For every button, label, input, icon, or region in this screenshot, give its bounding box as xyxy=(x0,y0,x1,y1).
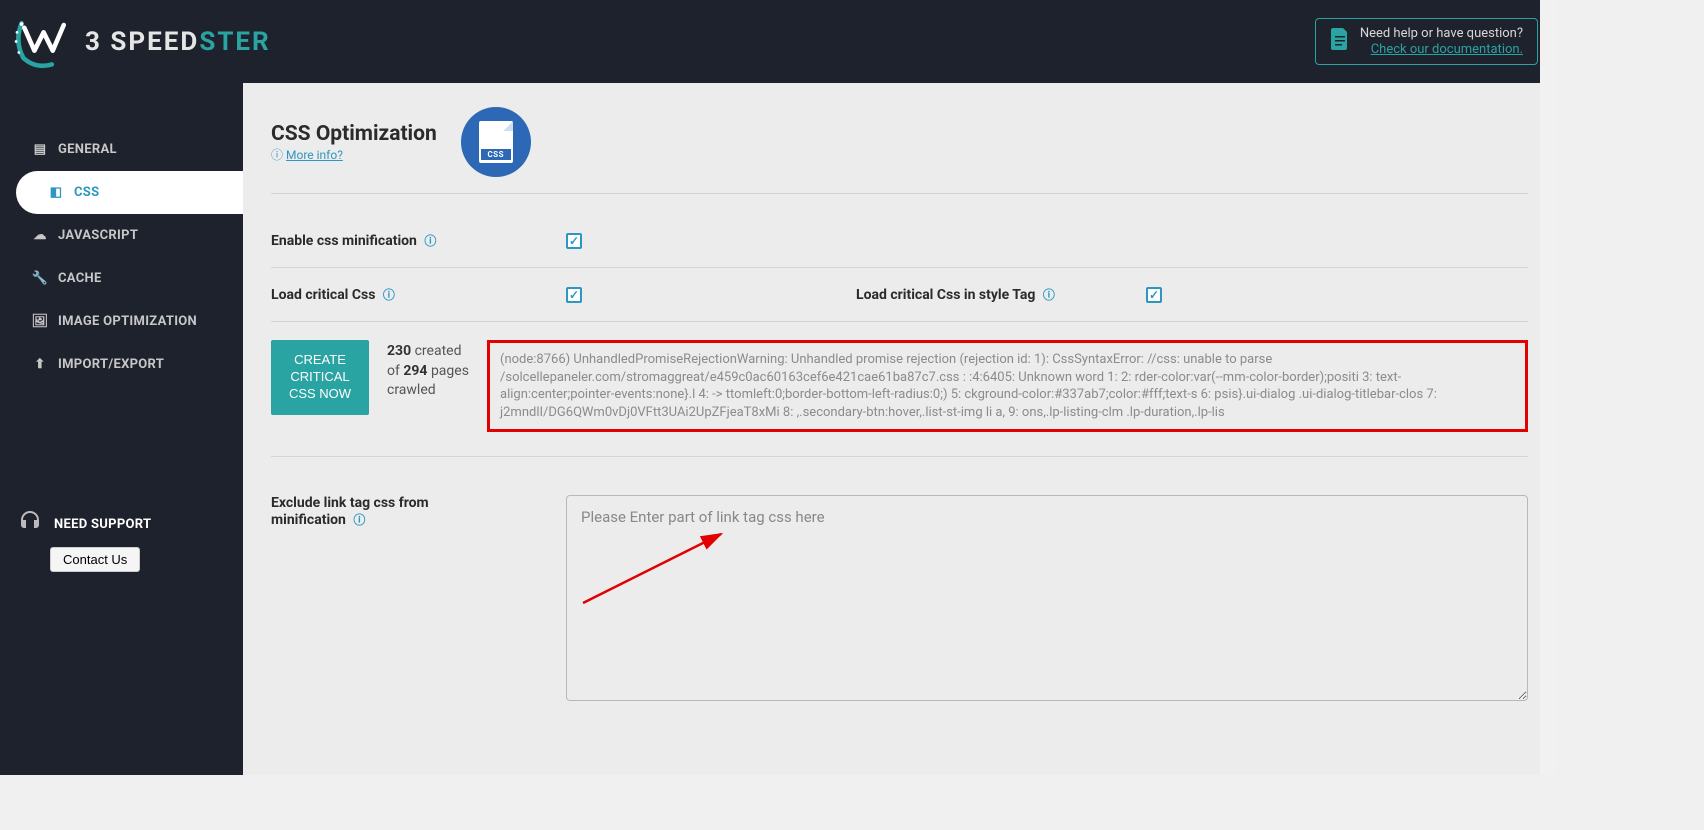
sidebar-item-label: CSS xyxy=(74,185,99,200)
info-icon[interactable]: ⓘ xyxy=(383,288,395,302)
create-critical-css-button[interactable]: CREATE CRITICAL CSS NOW xyxy=(271,340,369,415)
css-badge: CSS xyxy=(461,107,531,177)
logo-text-speed: SPEED xyxy=(110,27,199,57)
sidebar-item-label: GENERAL xyxy=(58,142,117,157)
upload-icon: ⬆ xyxy=(32,357,48,372)
scrollbar[interactable] xyxy=(1540,0,1556,775)
crawl-stats: 230 created of 294 pages crawled xyxy=(387,340,469,401)
help-question: Need help or have question? xyxy=(1360,26,1523,41)
info-icon[interactable]: ⓘ xyxy=(353,513,365,527)
support-title: NEED SUPPORT xyxy=(54,517,151,532)
sidebar-item-label: IMAGE OPTIMIZATION xyxy=(58,314,197,329)
sidebar-item-label: IMPORT/EXPORT xyxy=(58,357,164,372)
critical-css-row: CREATE CRITICAL CSS NOW 230 created of 2… xyxy=(271,322,1528,457)
sidebar-item-label: JAVASCRIPT xyxy=(58,228,138,243)
setting-label: Enable css minification ⓘ xyxy=(271,232,566,249)
page-title: CSS Optimization xyxy=(271,122,437,146)
more-info-link[interactable]: More info? xyxy=(286,148,343,162)
checkbox-enable-minification[interactable]: ✓ xyxy=(566,233,582,249)
help-box[interactable]: Need help or have question? Check our do… xyxy=(1315,18,1538,65)
info-icon: ⓘ xyxy=(271,148,283,162)
sidebar-item-label: CACHE xyxy=(58,271,102,286)
sidebar-item-general[interactable]: ▤ GENERAL xyxy=(0,128,243,171)
info-icon[interactable]: ⓘ xyxy=(424,234,436,248)
info-icon[interactable]: ⓘ xyxy=(1043,288,1055,302)
sidebar-item-import-export[interactable]: ⬆ IMPORT/EXPORT xyxy=(0,343,243,386)
app-header: 3 SPEEDSTER Need help or have question? … xyxy=(0,0,1556,83)
sidebar-item-css[interactable]: ◧ CSS xyxy=(16,171,243,214)
sidebar-item-javascript[interactable]: ☁ JAVASCRIPT xyxy=(0,214,243,257)
sidebar: ▤ GENERAL ◧ CSS ☁ JAVASCRIPT 🔧 CACHE 🖼 I… xyxy=(0,83,243,775)
wrench-icon: 🔧 xyxy=(32,271,48,286)
main-panel: CSS Optimization ⓘMore info? CSS Enable … xyxy=(243,83,1556,775)
logo-text: 3 SPEEDSTER xyxy=(85,27,271,57)
layers-icon: ◧ xyxy=(48,185,64,200)
logo-text-w3: 3 xyxy=(85,27,110,57)
logo: 3 SPEEDSTER xyxy=(12,14,271,69)
setting-row-load-critical: Load critical Css ⓘ ✓ Load critical Css … xyxy=(271,268,1528,322)
contact-us-button[interactable]: Contact Us xyxy=(50,547,140,572)
checkbox-load-critical[interactable]: ✓ xyxy=(566,287,582,303)
document-icon xyxy=(1330,28,1350,55)
cloud-icon: ☁ xyxy=(32,228,48,243)
setting-row-enable-minification: Enable css minification ⓘ ✓ xyxy=(271,214,1528,268)
exclude-label: Exclude link tag css from minification ⓘ xyxy=(271,495,506,528)
document-icon: ▤ xyxy=(32,142,48,157)
section-header: CSS Optimization ⓘMore info? CSS xyxy=(271,107,1528,194)
critical-css-error: (node:8766) UnhandledPromiseRejectionWar… xyxy=(487,340,1528,432)
image-icon: 🖼 xyxy=(32,314,48,329)
logo-text-ster: STER xyxy=(199,27,270,57)
css-badge-label: CSS xyxy=(481,149,511,160)
setting-label: Load critical Css in style Tag ⓘ xyxy=(856,286,1146,303)
exclude-row: Exclude link tag css from minification ⓘ xyxy=(271,457,1528,701)
sidebar-item-image-optimization[interactable]: 🖼 IMAGE OPTIMIZATION xyxy=(0,300,243,343)
headphone-icon xyxy=(18,509,42,539)
exclude-textarea[interactable] xyxy=(566,495,1528,701)
help-doc-link[interactable]: Check our documentation. xyxy=(1371,42,1523,57)
support-box: NEED SUPPORT Contact Us xyxy=(0,497,243,586)
checkbox-load-critical-style[interactable]: ✓ xyxy=(1146,287,1162,303)
help-text-block: Need help or have question? Check our do… xyxy=(1360,26,1523,57)
setting-label: Load critical Css ⓘ xyxy=(271,286,566,303)
logo-mark xyxy=(12,14,77,69)
sidebar-item-cache[interactable]: 🔧 CACHE xyxy=(0,257,243,300)
